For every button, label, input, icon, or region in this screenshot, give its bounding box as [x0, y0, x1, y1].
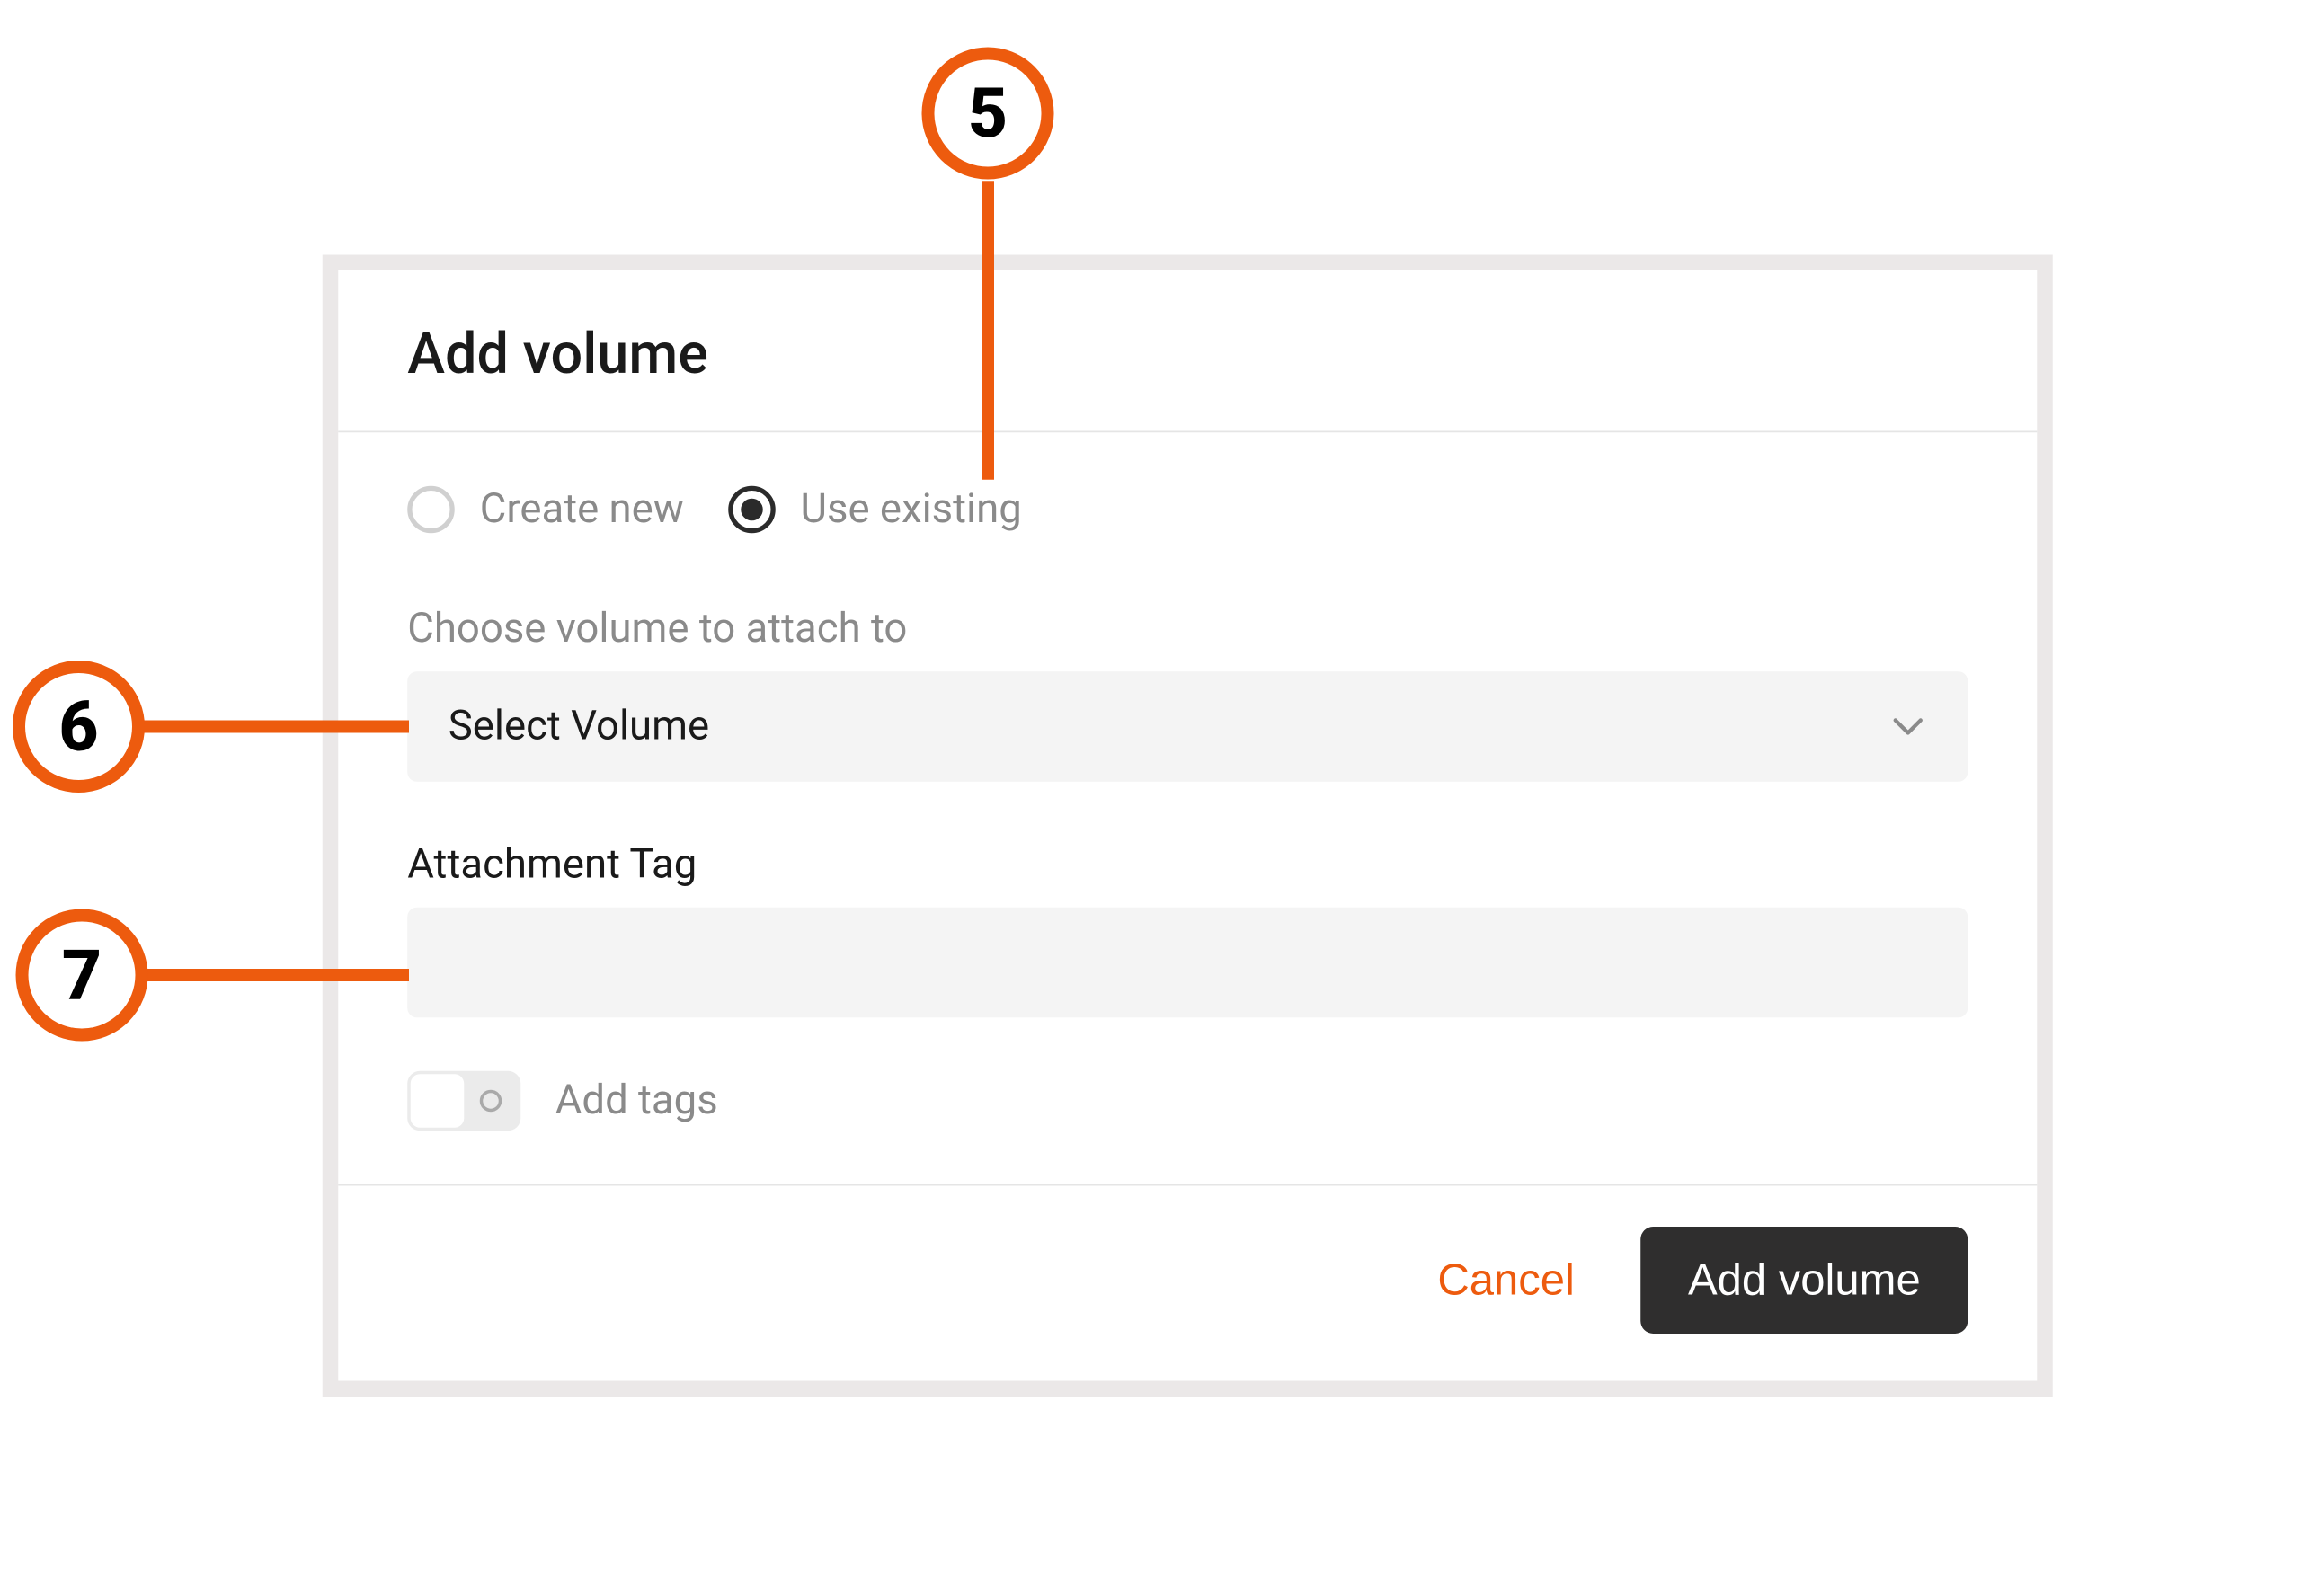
add-volume-button[interactable]: Add volume: [1640, 1227, 1968, 1334]
choose-volume-label: Choose volume to attach to: [407, 606, 1968, 653]
callout-7: 7: [16, 909, 148, 1042]
radio-use-existing-label: Use existing: [801, 486, 1022, 534]
add-tags-toggle[interactable]: [407, 1071, 520, 1131]
callout-6: 6: [13, 661, 145, 793]
radio-create-new-label: Create new: [480, 486, 684, 534]
attachment-tag-input[interactable]: [407, 908, 1968, 1018]
select-volume-dropdown[interactable]: Select Volume: [407, 671, 1968, 782]
add-volume-dialog: Add volume Create new Use existing Choos…: [323, 255, 2053, 1397]
chevron-down-icon: [1889, 708, 1927, 746]
radio-create-new[interactable]: Create new: [407, 486, 684, 534]
toggle-off-indicator-icon: [480, 1090, 502, 1113]
dialog-header: Add volume: [338, 270, 2037, 432]
dialog-footer: Cancel Add volume: [338, 1184, 2037, 1381]
callout-6-label: 6: [58, 686, 98, 767]
callout-5-label: 5: [968, 73, 1008, 155]
toggle-thumb-icon: [411, 1074, 465, 1128]
cancel-button[interactable]: Cancel: [1437, 1255, 1575, 1306]
volume-mode-radio-group: Create new Use existing: [407, 486, 1968, 534]
callout-line-5: [982, 181, 994, 480]
add-tags-row: Add tags: [407, 1071, 1968, 1131]
radio-icon-selected: [728, 486, 776, 534]
select-volume-value: Select Volume: [449, 703, 709, 750]
dialog-title: Add volume: [407, 321, 1968, 387]
dialog-body: Create new Use existing Choose volume to…: [338, 432, 2037, 1184]
radio-inner-dot-icon: [741, 499, 763, 521]
attachment-tag-label: Attachment Tag: [407, 841, 1968, 889]
add-tags-label: Add tags: [555, 1077, 718, 1125]
radio-use-existing[interactable]: Use existing: [728, 486, 1022, 534]
callout-line-6: [142, 721, 410, 733]
callout-7-label: 7: [62, 935, 102, 1016]
callout-5: 5: [922, 48, 1054, 180]
radio-icon-unselected: [407, 486, 455, 534]
callout-line-7: [145, 969, 409, 981]
